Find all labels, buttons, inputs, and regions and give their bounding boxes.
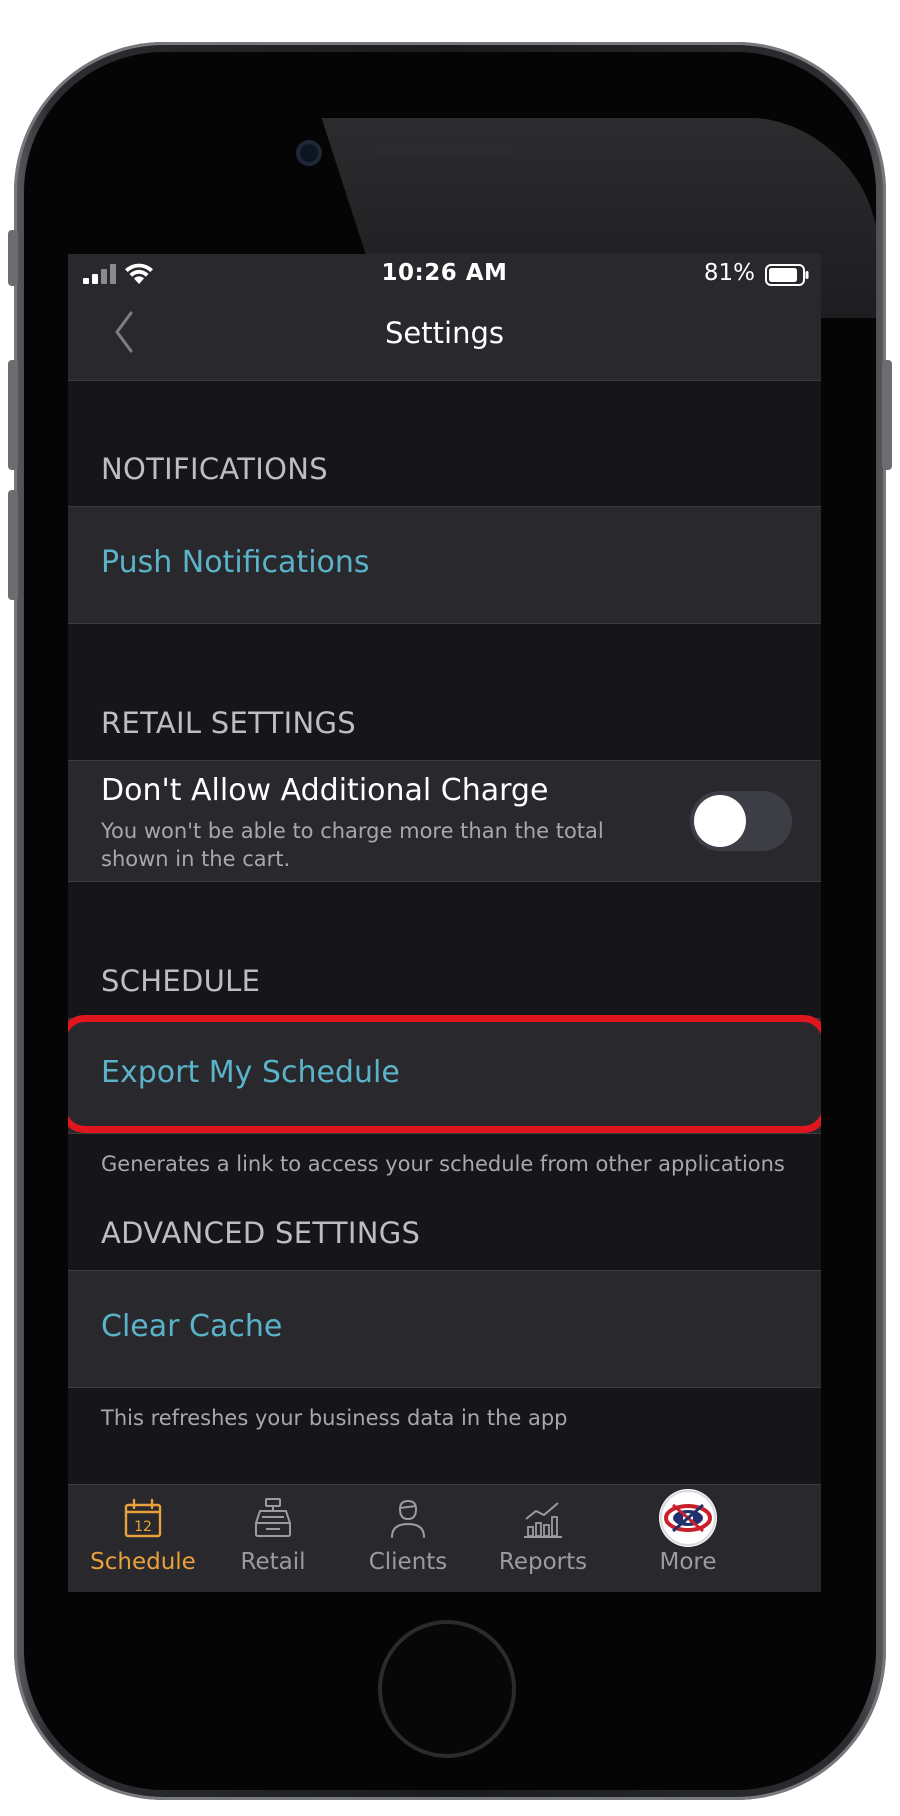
tab-bar: 12 Schedule Retail Clients Reports More	[68, 1484, 821, 1592]
push-notifications-link[interactable]: Push Notifications	[101, 545, 370, 580]
bar-chart-icon	[524, 1502, 562, 1538]
tab-reports[interactable]: Reports	[468, 1485, 618, 1592]
avatar-logo	[660, 1490, 716, 1546]
side-button	[8, 230, 18, 286]
app-screen: 10:26 AM 81% Settings NOTIFICATIONS Push…	[68, 254, 821, 1592]
battery-icon	[765, 264, 809, 286]
cash-register-icon	[255, 1498, 291, 1537]
push-notifications-cell[interactable]: Push Notifications	[68, 506, 821, 624]
volume-down-button	[8, 490, 18, 600]
tab-retail[interactable]: Retail	[198, 1485, 348, 1592]
additional-charge-toggle[interactable]	[690, 791, 792, 851]
volume-up-button	[8, 360, 18, 470]
section-header-notifications: NOTIFICATIONS	[101, 452, 328, 486]
section-header-advanced: ADVANCED SETTINGS	[101, 1216, 421, 1250]
page-title: Settings	[385, 316, 504, 350]
home-button[interactable]	[378, 1620, 516, 1758]
earpiece-speaker	[376, 146, 512, 156]
tab-label: Schedule	[90, 1549, 196, 1575]
battery-percent: 81%	[703, 260, 755, 286]
tab-clients[interactable]: Clients	[333, 1485, 483, 1592]
tab-more[interactable]: More	[613, 1485, 763, 1592]
tab-label: Retail	[240, 1549, 306, 1575]
calendar-badge: 12	[134, 1519, 152, 1535]
tab-label: More	[659, 1549, 717, 1575]
toggle-knob	[694, 795, 746, 847]
clear-cache-footnote: This refreshes your business data in the…	[101, 1406, 568, 1430]
export-schedule-footnote: Generates a link to access your schedule…	[101, 1152, 785, 1176]
additional-charge-description: You won't be able to charge more than th…	[101, 819, 604, 871]
highlight-annotation	[68, 1015, 821, 1133]
status-bar: 10:26 AM 81%	[68, 254, 821, 296]
front-camera	[296, 140, 322, 166]
tab-label: Clients	[368, 1549, 448, 1575]
tab-schedule[interactable]: 12 Schedule	[68, 1485, 218, 1592]
tab-label: Reports	[498, 1549, 588, 1575]
section-header-retail: RETAIL SETTINGS	[101, 706, 356, 740]
additional-charge-cell: Don't Allow Additional Charge You won't …	[68, 760, 821, 882]
additional-charge-title: Don't Allow Additional Charge	[101, 773, 549, 808]
section-header-schedule: SCHEDULE	[101, 964, 261, 998]
power-button	[882, 360, 892, 470]
clear-cache-cell[interactable]: Clear Cache	[68, 1270, 821, 1388]
avatar-icon	[659, 1489, 717, 1547]
navigation-bar: Settings	[68, 296, 821, 381]
calendar-icon: 12	[124, 1498, 162, 1538]
person-icon	[391, 1499, 425, 1538]
clear-cache-link[interactable]: Clear Cache	[101, 1309, 282, 1344]
